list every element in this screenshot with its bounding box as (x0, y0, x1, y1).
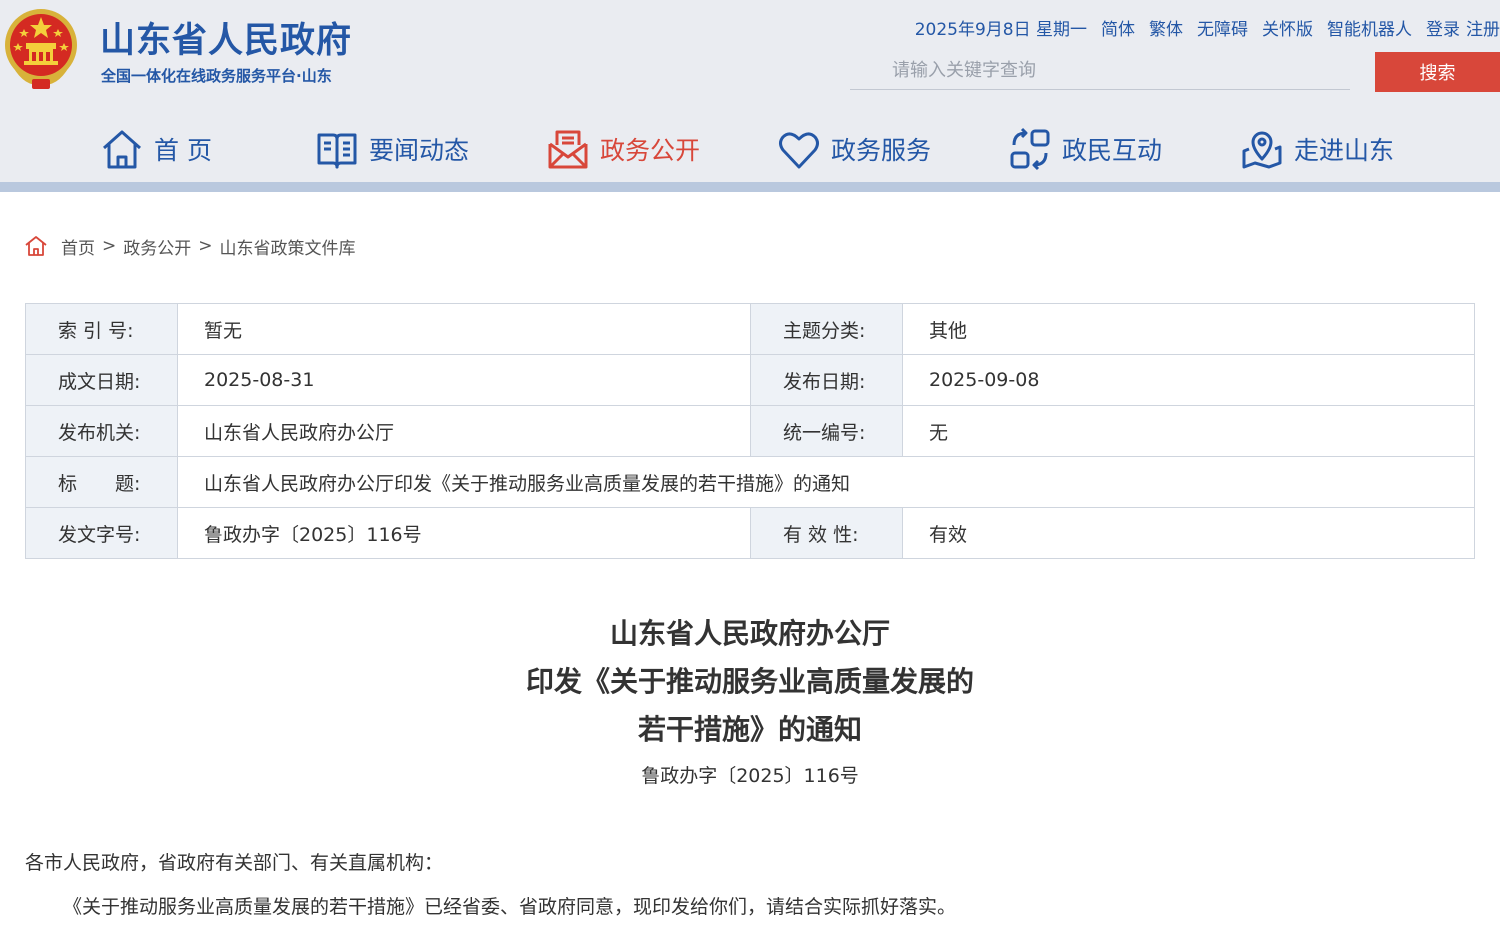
heart-icon (779, 132, 819, 169)
nav-item-services[interactable]: 政务服务 (777, 126, 931, 172)
nav-item-about-shandong[interactable]: 走进山东 (1240, 126, 1394, 172)
nav-item-interaction[interactable]: 政民互动 (1008, 126, 1162, 172)
interaction-icon (1010, 127, 1050, 171)
search-input[interactable] (850, 52, 1350, 90)
issuer-value: 山东省人民政府办公厅 (177, 405, 751, 457)
simplified-chinese-link[interactable]: 简体 (1101, 15, 1135, 40)
home-icon (103, 130, 141, 169)
issuer-label: 发布机关: (25, 405, 178, 457)
nav-label: 政民互动 (1062, 136, 1163, 165)
national-emblem-icon[interactable] (2, 3, 80, 91)
validity-label: 有 效 性: (750, 507, 903, 559)
smart-robot-link[interactable]: 智能机器人 (1327, 15, 1412, 40)
nav-label: 政务服务 (831, 136, 932, 165)
doc-number-value: 鲁政办字〔2025〕116号 (177, 507, 751, 559)
written-date-value: 2025-08-31 (177, 354, 751, 406)
document-title-line: 若干措施》的通知 (637, 713, 862, 746)
nav-label: 政务公开 (600, 136, 701, 165)
document-paragraph: 《关于推动服务业高质量发展的若干措施》已经省委、省政府同意，现印发给你们，请结合… (63, 896, 957, 918)
site-subtitle: 全国一体化在线政务服务平台·山东 (101, 67, 332, 85)
nav-item-government-affairs[interactable]: 政务公开 (546, 126, 700, 172)
written-date-label: 成文日期: (25, 354, 178, 406)
breadcrumb: 首页 > 政务公开 > 山东省政策文件库 (24, 233, 356, 259)
site-title[interactable]: 山东省人民政府 (100, 12, 352, 63)
table-row: 发布机关: 山东省人民政府办公厅 统一编号: 无 (25, 405, 1475, 457)
title-label: 标 题: (25, 456, 178, 508)
publish-date-value: 2025-09-08 (902, 354, 1475, 406)
top-utility-bar: 2025年9月8日 星期一 简体 繁体 无障碍 关怀版 智能机器人 登录 注册 (915, 14, 1500, 40)
nav-label: 要闻动态 (369, 136, 470, 165)
current-date: 2025年9月8日 星期一 (914, 19, 1087, 40)
nav-item-news[interactable]: 要闻动态 (315, 126, 469, 172)
topic-value: 其他 (902, 303, 1475, 355)
document-title: 山东省人民政府办公厅 印发《关于推动服务业高质量发展的 若干措施》的通知 (0, 610, 1500, 754)
table-row: 索 引 号: 暂无 主题分类: 其他 (25, 303, 1475, 355)
home-icon[interactable] (24, 234, 48, 258)
traditional-chinese-link[interactable]: 繁体 (1149, 15, 1183, 40)
topic-label: 主题分类: (750, 303, 903, 355)
table-row: 发文字号: 鲁政办字〔2025〕116号 有 效 性: 有效 (25, 507, 1475, 559)
index-label: 索 引 号: (25, 303, 178, 355)
site-header: 山东省人民政府 全国一体化在线政务服务平台·山东 2025年9月8日 星期一 简… (0, 0, 1500, 182)
breadcrumb-home[interactable]: 首页 (61, 234, 95, 259)
book-icon (317, 133, 357, 169)
validity-value: 有效 (902, 507, 1475, 559)
care-mode-link[interactable]: 关怀版 (1262, 15, 1313, 40)
document-title-line: 山东省人民政府办公厅 (609, 617, 890, 650)
main-navigation: 首 页 要闻动态 政务公开 政务服务 政民互动 走进山东 (0, 118, 1500, 182)
map-pin-icon (1242, 131, 1282, 169)
document-number: 鲁政办字〔2025〕116号 (641, 765, 859, 787)
title-value: 山东省人民政府办公厅印发《关于推动服务业高质量发展的若干措施》的通知 (177, 456, 1475, 508)
accessibility-link[interactable]: 无障碍 (1197, 15, 1248, 40)
index-value: 暂无 (177, 303, 751, 355)
breadcrumb-policy-library[interactable]: 山东省政策文件库 (220, 234, 356, 259)
breadcrumb-government-affairs[interactable]: 政务公开 (123, 234, 191, 259)
breadcrumb-separator: > (198, 236, 213, 256)
table-row: 标 题: 山东省人民政府办公厅印发《关于推动服务业高质量发展的若干措施》的通知 (25, 456, 1475, 508)
code-label: 统一编号: (750, 405, 903, 457)
nav-item-home[interactable]: 首 页 (100, 126, 212, 172)
doc-number-label: 发文字号: (25, 507, 178, 559)
publish-date-label: 发布日期: (750, 354, 903, 406)
envelope-doc-icon (548, 130, 588, 169)
search-button[interactable]: 搜索 (1375, 52, 1500, 92)
nav-label: 走进山东 (1294, 136, 1395, 165)
breadcrumb-separator: > (102, 236, 117, 256)
document-title-line: 印发《关于推动服务业高质量发展的 (525, 665, 974, 698)
document-addressee: 各市人民政府，省政府有关部门、有关直属机构： (25, 852, 444, 874)
login-link[interactable]: 登录 (1426, 15, 1460, 40)
nav-divider (0, 182, 1500, 192)
nav-label: 首 页 (154, 136, 212, 165)
document-info-table: 索 引 号: 暂无 主题分类: 其他 成文日期: 2025-08-31 发布日期… (25, 303, 1475, 559)
table-row: 成文日期: 2025-08-31 发布日期: 2025-09-08 (25, 354, 1475, 406)
register-link[interactable]: 注册 (1466, 15, 1500, 40)
code-value: 无 (902, 405, 1475, 457)
